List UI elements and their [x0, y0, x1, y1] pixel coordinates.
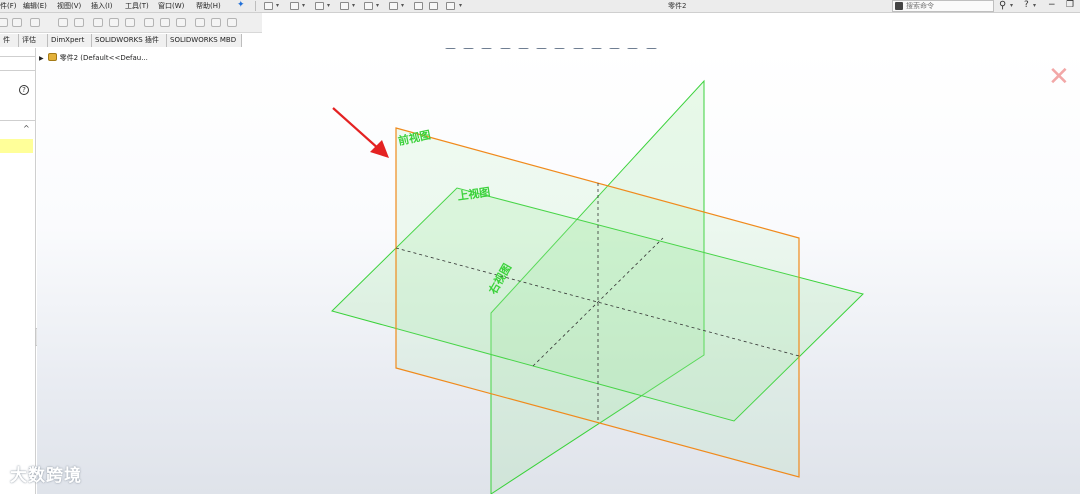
help-icon[interactable]: ? [1024, 0, 1029, 10]
search-input[interactable] [906, 1, 992, 11]
menu-window[interactable]: 窗口(W) [158, 1, 184, 11]
chevron-down-icon[interactable]: ▾ [376, 2, 379, 9]
menu-help[interactable]: 帮助(H) [196, 1, 221, 11]
restore-icon[interactable]: ❐ [1066, 0, 1074, 10]
document-title: 零件2 [668, 2, 687, 10]
chevron-down-icon[interactable]: ▾ [1033, 2, 1036, 9]
menu-edit[interactable]: 编辑(E) [23, 1, 47, 11]
menu-tools[interactable]: 工具(T) [125, 1, 149, 11]
tab-solidworks-addins[interactable]: SOLIDWORKS 插件 [92, 34, 167, 47]
feature-icon[interactable] [0, 18, 8, 27]
feature-icon[interactable] [195, 18, 205, 27]
chevron-down-icon[interactable]: ▾ [459, 2, 462, 9]
feature-icon[interactable] [30, 18, 40, 27]
chevron-up-icon[interactable]: ^ [23, 124, 30, 133]
undo-icon[interactable] [364, 2, 373, 10]
feature-icon[interactable] [211, 18, 221, 27]
reference-planes-graphic: 前视图 上视图 右视图 [331, 79, 864, 494]
file-properties-icon[interactable] [429, 2, 438, 10]
left-panel: ? ^ [0, 48, 36, 494]
feature-icon[interactable] [227, 18, 237, 27]
graphics-viewport[interactable]: ▶ 零件2 (Default<<Defau... ✕ 前视图 上视图 右视图 [37, 48, 1080, 494]
divider [0, 120, 36, 121]
chevron-down-icon[interactable]: ▾ [302, 2, 305, 9]
watermark-logo: 大数跨境 [10, 466, 82, 486]
tab-feature[interactable]: 件 [0, 34, 19, 47]
menu-bar: 件(F) 编辑(E) 视图(V) 插入(I) 工具(T) 窗口(W) 帮助(H)… [0, 0, 1080, 13]
chevron-down-icon[interactable]: ▾ [1010, 2, 1013, 9]
highlighted-row[interactable] [0, 139, 33, 153]
chevron-down-icon[interactable]: ▾ [276, 2, 279, 9]
menu-file[interactable]: 件(F) [0, 1, 17, 11]
tab-solidworks-mbd[interactable]: SOLIDWORKS MBD [167, 34, 242, 47]
menu-insert[interactable]: 插入(I) [91, 1, 113, 11]
new-document-icon[interactable] [264, 2, 273, 10]
search-box[interactable] [892, 0, 994, 12]
help-circle-icon[interactable]: ? [19, 85, 29, 95]
chevron-down-icon[interactable]: ▾ [352, 2, 355, 9]
feature-icon[interactable] [12, 18, 22, 27]
solidworks-logo-icon [895, 2, 903, 10]
feature-icon[interactable] [160, 18, 170, 27]
open-folder-icon[interactable] [290, 2, 299, 10]
feature-icon[interactable] [58, 18, 68, 27]
chevron-down-icon[interactable]: ▾ [327, 2, 330, 9]
tab-evaluate[interactable]: 评估 [19, 34, 48, 47]
separator [255, 1, 256, 11]
menu-view[interactable]: 视图(V) [57, 1, 81, 11]
feature-icon[interactable] [93, 18, 103, 27]
feature-icon[interactable] [109, 18, 119, 27]
minimize-icon[interactable]: − [1048, 0, 1056, 10]
feature-icon[interactable] [74, 18, 84, 27]
select-pointer-icon[interactable] [389, 2, 398, 10]
chevron-down-icon[interactable]: ▾ [401, 2, 404, 9]
search-icon[interactable]: ⚲ [999, 0, 1006, 11]
save-icon[interactable] [315, 2, 324, 10]
gear-icon[interactable] [446, 2, 455, 10]
command-toolbar [0, 13, 262, 33]
pin-icon[interactable]: ✦ [237, 0, 245, 10]
solidworks-window: 件(F) 编辑(E) 视图(V) 插入(I) 工具(T) 窗口(W) 帮助(H)… [0, 0, 1080, 494]
divider [0, 56, 36, 57]
print-icon[interactable] [340, 2, 349, 10]
feature-icon[interactable] [176, 18, 186, 27]
feature-icon[interactable] [125, 18, 135, 27]
command-manager-tabs: 件 评估 DimXpert SOLIDWORKS 插件 SOLIDWORKS M… [0, 34, 242, 47]
divider [0, 70, 36, 71]
feature-icon[interactable] [144, 18, 154, 27]
rebuild-icon[interactable] [414, 2, 423, 10]
tab-dimxpert[interactable]: DimXpert [48, 34, 92, 47]
annotation-arrow [332, 107, 381, 151]
